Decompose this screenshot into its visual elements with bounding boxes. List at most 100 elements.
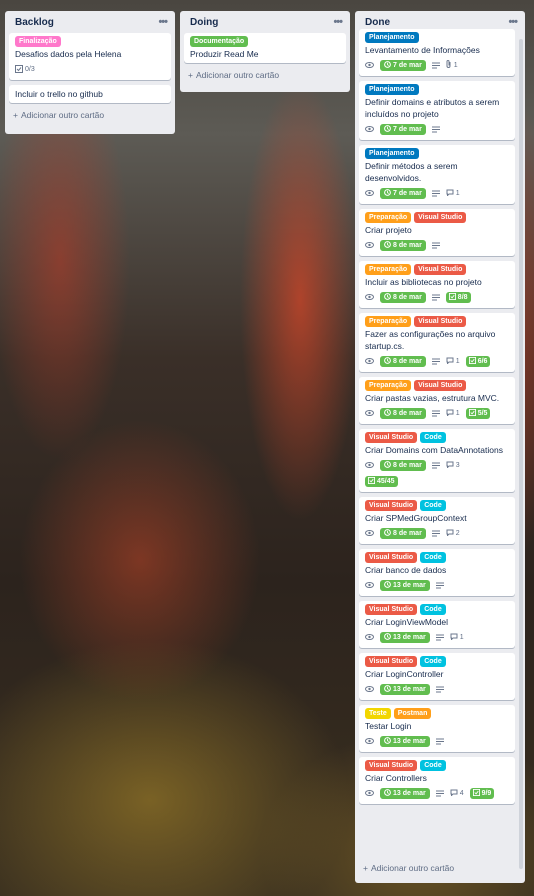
card-title: Criar SPMedGroupContext bbox=[365, 513, 467, 523]
description-icon bbox=[431, 62, 440, 69]
card[interactable]: Visual Studio Code Criar LoginViewModel 13 … bbox=[359, 601, 515, 648]
card-label[interactable]: Code bbox=[420, 760, 446, 771]
card[interactable]: Preparação Visual Studio Incluir as biblio… bbox=[359, 261, 515, 308]
card-label[interactable]: Visual Studio bbox=[414, 264, 467, 275]
card[interactable]: Visual Studio Code Criar banco de dados 13 … bbox=[359, 549, 515, 596]
due-date-badge[interactable]: 13 de mar bbox=[380, 683, 430, 695]
card-label[interactable]: Code bbox=[420, 432, 446, 443]
checklist-icon bbox=[468, 408, 476, 418]
due-date-badge[interactable]: 13 de mar bbox=[380, 631, 430, 643]
card-label[interactable]: Planejamento bbox=[365, 84, 419, 95]
card[interactable]: Teste Postman Testar Login 13 de mar bbox=[359, 705, 515, 752]
card-title: Levantamento de Informações bbox=[365, 45, 480, 55]
add-card-button[interactable]: + Adicionar outro cartão bbox=[5, 108, 175, 126]
card-label[interactable]: Visual Studio bbox=[365, 760, 418, 771]
card[interactable]: Preparação Visual Studio Criar projeto 8 de… bbox=[359, 209, 515, 256]
card[interactable]: Planejamento Definir domains e atributos … bbox=[359, 81, 515, 140]
due-date: 8 de mar bbox=[393, 461, 422, 469]
card[interactable]: Planejamento Levantamento de Informações 7… bbox=[359, 29, 515, 76]
card[interactable]: Visual Studio Code Criar Domains com DataA… bbox=[359, 429, 515, 492]
card-label[interactable]: Code bbox=[420, 656, 446, 667]
due-date-badge[interactable]: 13 de mar bbox=[380, 787, 430, 799]
eye-icon bbox=[365, 190, 374, 196]
comment-badge: 1 bbox=[446, 409, 460, 418]
due-date-badge[interactable]: 8 de mar bbox=[380, 355, 426, 367]
checklist-count: 0/3 bbox=[25, 65, 35, 73]
card[interactable]: Incluir o trello no github bbox=[9, 85, 171, 103]
card[interactable]: Visual Studio Code Criar LoginController 13… bbox=[359, 653, 515, 700]
card-label[interactable]: Documentação bbox=[190, 36, 249, 47]
due-date-badge[interactable]: 8 de mar bbox=[380, 239, 426, 251]
card[interactable]: Visual Studio Code Criar SPMedGroupContext… bbox=[359, 497, 515, 544]
add-card-button[interactable]: + Adicionar outro cartão bbox=[355, 860, 525, 879]
list-header[interactable]: Doing ••• bbox=[180, 11, 350, 33]
clock-icon bbox=[384, 356, 391, 366]
due-date-badge[interactable]: 8 de mar bbox=[380, 527, 426, 539]
more-dots-icon[interactable]: ••• bbox=[508, 16, 518, 28]
card-title: Criar LoginController bbox=[365, 669, 444, 679]
plus-icon: + bbox=[188, 70, 193, 80]
card-label[interactable]: Code bbox=[420, 552, 446, 563]
checklist-icon bbox=[368, 476, 375, 486]
more-dots-icon[interactable]: ••• bbox=[158, 16, 168, 28]
scrollbar[interactable] bbox=[519, 39, 523, 869]
card[interactable]: Finalização Desafios dados pela Helena 0… bbox=[9, 33, 171, 80]
card-label[interactable]: Code bbox=[420, 604, 446, 615]
list-title[interactable]: Backlog bbox=[15, 17, 54, 28]
due-date-badge[interactable]: 13 de mar bbox=[380, 579, 430, 591]
card-label[interactable]: Visual Studio bbox=[414, 316, 467, 327]
list-title[interactable]: Doing bbox=[190, 17, 218, 28]
card-label[interactable]: Finalização bbox=[15, 36, 61, 47]
card-label[interactable]: Preparação bbox=[365, 264, 412, 275]
card-label[interactable]: Preparação bbox=[365, 316, 412, 327]
card-label[interactable]: Visual Studio bbox=[365, 552, 418, 563]
due-date-badge[interactable]: 7 de mar bbox=[380, 187, 426, 199]
comment-icon bbox=[446, 409, 454, 418]
due-date: 13 de mar bbox=[393, 633, 426, 641]
eye-icon bbox=[365, 126, 374, 132]
card-label[interactable]: Visual Studio bbox=[414, 380, 467, 391]
card[interactable]: Preparação Visual Studio Criar pastas vazi… bbox=[359, 377, 515, 424]
card[interactable]: Documentação Produzir Read Me bbox=[184, 33, 346, 63]
card-label[interactable]: Visual Studio bbox=[365, 432, 418, 443]
description-icon bbox=[435, 686, 444, 693]
due-date-badge[interactable]: 7 de mar bbox=[380, 123, 426, 135]
card-label[interactable]: Planejamento bbox=[365, 148, 419, 159]
card-label[interactable]: Visual Studio bbox=[414, 212, 467, 223]
list-title[interactable]: Done bbox=[365, 17, 390, 28]
card-label[interactable]: Visual Studio bbox=[365, 500, 418, 511]
card-title: Criar Controllers bbox=[365, 773, 427, 783]
card[interactable]: Visual Studio Code Criar Controllers 13 de … bbox=[359, 757, 515, 804]
comment-icon bbox=[450, 633, 458, 642]
card[interactable]: Planejamento Definir métodos a serem dese… bbox=[359, 145, 515, 204]
description-icon bbox=[431, 242, 440, 249]
card-label[interactable]: Visual Studio bbox=[365, 604, 418, 615]
due-date-badge[interactable]: 13 de mar bbox=[380, 735, 430, 747]
due-date: 7 de mar bbox=[393, 61, 422, 69]
card-label[interactable]: Code bbox=[420, 500, 446, 511]
card-label[interactable]: Teste bbox=[365, 708, 391, 719]
checklist-badge: 0/3 bbox=[15, 65, 35, 73]
card-label[interactable]: Planejamento bbox=[365, 32, 419, 43]
eye-icon bbox=[365, 462, 374, 468]
more-dots-icon[interactable]: ••• bbox=[333, 16, 343, 28]
checklist-badge: 6/6 bbox=[465, 355, 491, 367]
due-date-badge[interactable]: 7 de mar bbox=[380, 59, 426, 71]
due-date-badge[interactable]: 8 de mar bbox=[380, 407, 426, 419]
card-label[interactable]: Postman bbox=[393, 708, 432, 719]
due-date-badge[interactable]: 8 de mar bbox=[380, 291, 426, 303]
description-icon bbox=[431, 294, 440, 301]
checklist-badge: 5/5 bbox=[465, 407, 491, 419]
add-card-button[interactable]: + Adicionar outro cartão bbox=[180, 68, 350, 86]
list-header[interactable]: Backlog ••• bbox=[5, 11, 175, 33]
comment-icon bbox=[446, 189, 454, 198]
card-title: Criar banco de dados bbox=[365, 565, 447, 575]
card[interactable]: Preparação Visual Studio Fazer as configur… bbox=[359, 313, 515, 372]
due-date-badge[interactable]: 8 de mar bbox=[380, 459, 426, 471]
card-label[interactable]: Visual Studio bbox=[365, 656, 418, 667]
due-date: 7 de mar bbox=[393, 189, 422, 197]
card-label[interactable]: Preparação bbox=[365, 212, 412, 223]
card-title: Incluir o trello no github bbox=[15, 89, 103, 99]
card-label[interactable]: Preparação bbox=[365, 380, 412, 391]
add-card-label: Adicionar outro cartão bbox=[195, 70, 280, 80]
